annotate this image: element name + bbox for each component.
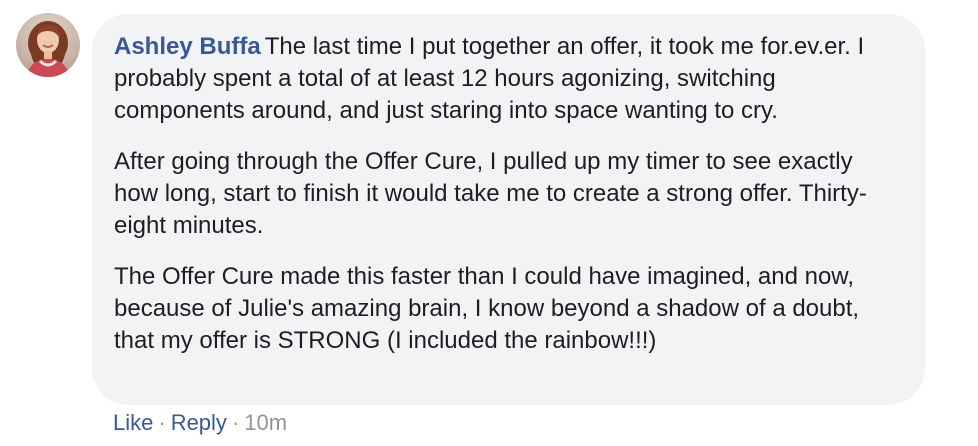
timestamp[interactable]: 10m — [244, 410, 287, 435]
separator-dot: · — [231, 410, 240, 435]
like-button[interactable]: Like — [113, 410, 153, 435]
comment-paragraph-2: After going through the Offer Cure, I pu… — [114, 148, 867, 239]
reply-button[interactable]: Reply — [171, 410, 227, 435]
comment-paragraph-3: The Offer Cure made this faster than I c… — [114, 263, 860, 354]
comment-paragraph-1: Ashley Buffa The last time I put together… — [114, 31, 901, 127]
comment-actions: Like · Reply · 10m — [113, 408, 287, 438]
author-name-link[interactable]: Ashley Buffa — [114, 33, 261, 60]
comment-bubble: Ashley Buffa The last time I put together… — [92, 14, 925, 405]
avatar[interactable] — [16, 13, 80, 77]
user-avatar-icon — [26, 21, 70, 77]
separator-dot: · — [158, 410, 166, 435]
